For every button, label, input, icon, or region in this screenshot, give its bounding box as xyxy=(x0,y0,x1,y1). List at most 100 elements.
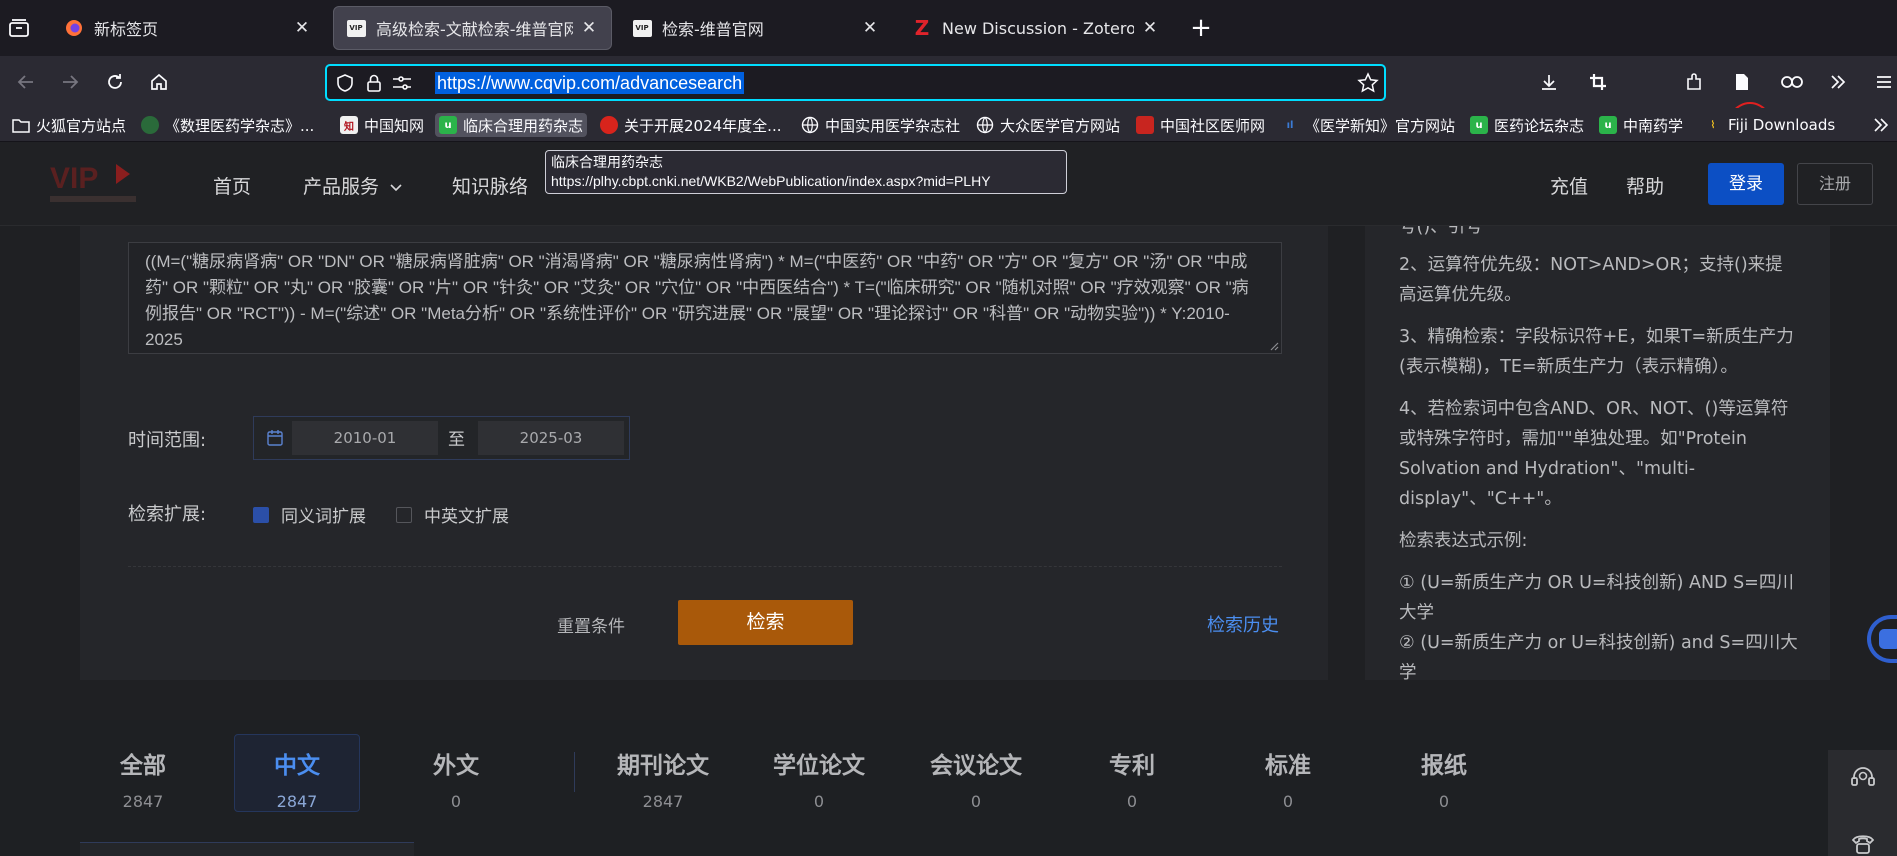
tooltip-title: 临床合理用药杂志 xyxy=(551,154,663,170)
search-button[interactable]: 检索 xyxy=(678,600,853,645)
tab-degree[interactable]: 学位论文 0 xyxy=(759,746,879,811)
back-button[interactable] xyxy=(10,66,42,98)
time-range-picker[interactable]: 2010-01 至 2025-03 xyxy=(253,416,630,460)
ai-assistant-button[interactable] xyxy=(1867,615,1897,663)
expression-textarea[interactable]: ((M=("糖尿病肾病" OR "DN" OR "糖尿病肾脏病" OR "消渴肾… xyxy=(128,242,1282,354)
close-icon[interactable]: ✕ xyxy=(579,18,599,38)
checkbox-unchecked-icon xyxy=(396,506,412,523)
firefox-icon xyxy=(64,18,84,38)
tab-conference[interactable]: 会议论文 0 xyxy=(916,746,1036,811)
synonym-checkbox[interactable]: 同义词扩展 xyxy=(253,502,366,527)
resize-handle-icon[interactable] xyxy=(1267,339,1279,351)
bookmark-item[interactable]: 知 中国知网 xyxy=(336,113,428,137)
help-link[interactable]: 帮助 xyxy=(1626,172,1664,199)
time-from-input[interactable]: 2010-01 xyxy=(292,421,438,455)
new-tab-button[interactable]: + xyxy=(1188,14,1214,42)
tabs-separator xyxy=(574,752,575,792)
bookmark-item[interactable]: u 医药论坛杂志 xyxy=(1466,113,1588,137)
chevron-down-icon xyxy=(390,183,402,191)
bookmark-item[interactable]: 中国实用医学杂志社 xyxy=(797,113,964,137)
tab-standard[interactable]: 标准 0 xyxy=(1228,746,1348,811)
bookmark-item[interactable]: 大众医学官方网站 xyxy=(972,113,1124,137)
site-logo[interactable]: VIP xyxy=(46,156,142,212)
tab-label: 检索-维普官网 xyxy=(662,20,764,39)
translate-icon[interactable] xyxy=(1776,66,1808,98)
support-float-panel xyxy=(1828,750,1897,856)
bookmark-item[interactable]: 火狐官方站点 xyxy=(8,113,130,137)
tab-patent[interactable]: 专利 0 xyxy=(1072,746,1192,811)
emblem-icon xyxy=(600,116,618,134)
search-history-link[interactable]: 检索历史 xyxy=(1207,611,1279,637)
tab-label: New Discussion - Zotero Forums xyxy=(942,18,1134,38)
journal-icon xyxy=(141,116,159,134)
nav-knowledge[interactable]: 知识脉络 xyxy=(452,172,528,199)
journal-icon: u xyxy=(439,116,457,134)
advanced-search-panel: ((M=("糖尿病肾病" OR "DN" OR "糖尿病肾脏病" OR "消渴肾… xyxy=(80,226,1328,680)
expand-label: 检索扩展: xyxy=(128,504,207,525)
nav-products[interactable]: 产品服务 xyxy=(303,172,403,199)
close-icon[interactable]: ✕ xyxy=(860,18,880,38)
help-text: 4、若检索词中包含AND、OR、NOT、()等运算符或特殊字符时，需加""单独处… xyxy=(1399,399,1789,509)
login-button[interactable]: 登录 xyxy=(1708,163,1784,205)
time-to-input[interactable]: 2025-03 xyxy=(478,421,624,455)
bookmark-item[interactable]: 关于开展2024年度全... xyxy=(596,113,785,137)
help-examples-title: 检索表达式示例: xyxy=(1399,531,1528,551)
bookmarks-overflow-icon[interactable] xyxy=(1872,116,1890,134)
journal-icon: u xyxy=(1470,116,1488,134)
home-button[interactable] xyxy=(143,66,175,98)
tab-zotero[interactable]: Z New Discussion - Zotero Forums ✕ xyxy=(900,6,1172,50)
overflow-chevron-icon[interactable] xyxy=(1822,66,1854,98)
vip-favicon: VIP xyxy=(346,18,366,38)
screenshot-icon[interactable] xyxy=(1582,66,1614,98)
vip-favicon: VIP xyxy=(632,18,652,38)
bookmark-item[interactable]: ıl 《医学新知》官方网站 xyxy=(1277,113,1459,137)
tab-journal[interactable]: 期刊论文 2847 xyxy=(603,746,723,811)
close-icon[interactable]: ✕ xyxy=(1140,18,1160,38)
help-example: ① (U=新质生产力 OR U=科技创新) AND S=四川大学 xyxy=(1399,573,1794,623)
phone-icon[interactable] xyxy=(1849,828,1877,856)
reload-button[interactable] xyxy=(99,66,131,98)
tab-newspaper[interactable]: 报纸 0 xyxy=(1384,746,1504,811)
url-text[interactable]: https://www.cqvip.com/advancesearch xyxy=(435,72,745,94)
permissions-icon[interactable] xyxy=(391,73,413,93)
tab-chinese[interactable]: 中文 2847 xyxy=(237,746,357,811)
downloads-icon[interactable] xyxy=(1533,66,1565,98)
bookmark-item[interactable]: 《数理医药学杂志》... xyxy=(137,113,318,137)
extensions-icon[interactable] xyxy=(1678,66,1710,98)
bookmarks-toolbar: 火狐官方站点 《数理医药学杂志》... 知 中国知网 u 临床合理用药杂志 关于… xyxy=(0,108,1897,142)
cnki-icon: 知 xyxy=(340,116,358,134)
bookmark-item[interactable]: u 中南药学 xyxy=(1595,113,1687,137)
app-menu-icon[interactable] xyxy=(1868,66,1897,98)
help-text: 2、运算符优先级：NOT>AND>OR；支持()来提高运算优先级。 xyxy=(1399,255,1783,305)
journal-icon: u xyxy=(1599,116,1617,134)
tab-all[interactable]: 全部 2847 xyxy=(83,746,203,811)
globe-icon xyxy=(976,116,994,134)
tab-list-icon[interactable] xyxy=(8,18,30,38)
tab-advanced-search[interactable]: VIP 高级检索-文献检索-维普官网 ✕ xyxy=(333,6,612,50)
customer-service-icon[interactable] xyxy=(1849,764,1877,792)
close-icon[interactable]: ✕ xyxy=(292,18,312,38)
tab-label: 新标签页 xyxy=(94,20,159,39)
tab-new[interactable]: 新标签页 ✕ xyxy=(52,6,324,50)
bookmark-item[interactable]: ⌇ Fiji Downloads xyxy=(1700,113,1839,137)
bookmark-item[interactable]: u 临床合理用药杂志 xyxy=(435,113,588,137)
tab-foreign[interactable]: 外文 0 xyxy=(396,746,516,811)
address-bar[interactable]: https://www.cqvip.com/advancesearch xyxy=(325,64,1386,101)
bilingual-checkbox[interactable]: 中英文扩展 xyxy=(396,502,509,527)
nav-home[interactable]: 首页 xyxy=(213,172,251,199)
calendar-icon xyxy=(266,429,284,447)
reset-button[interactable]: 重置条件 xyxy=(557,612,625,637)
register-button[interactable]: 注册 xyxy=(1797,163,1873,205)
result-tabs-bar: 全部 2847 中文 2847 外文 0 期刊论文 2847 学位论文 0 会议… xyxy=(0,720,1897,856)
bookmark-item[interactable]: 中国社区医师网 xyxy=(1132,113,1269,137)
lock-icon[interactable] xyxy=(365,73,383,93)
navigation-toolbar: https://www.cqvip.com/advancesearch xyxy=(0,56,1897,174)
recharge-link[interactable]: 充值 xyxy=(1550,172,1588,199)
shield-icon[interactable] xyxy=(335,73,355,93)
bookmark-star-icon[interactable] xyxy=(1357,72,1379,94)
help-text: 3、精确检索：字段标识符+E，如果T=新质生产力(表示模糊)，TE=新质生产力（… xyxy=(1399,327,1794,377)
reader-view-icon[interactable] xyxy=(1726,66,1758,98)
globe-icon xyxy=(801,116,819,134)
tab-search[interactable]: VIP 检索-维普官网 ✕ xyxy=(620,6,892,50)
forward-button[interactable] xyxy=(54,66,86,98)
